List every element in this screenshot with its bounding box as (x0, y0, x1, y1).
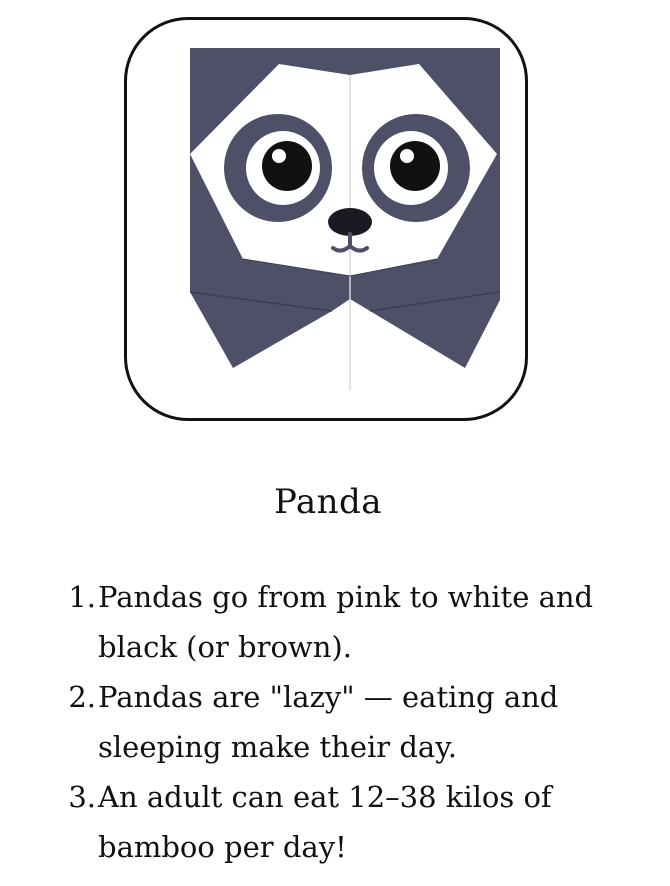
list-item: 1. Pandas go from pink to white and blac… (0, 572, 598, 672)
list-item: 2. Pandas are "lazy" — eating and sleepi… (0, 672, 598, 772)
list-item-number: 1. (68, 580, 96, 614)
page-title: Panda (273, 482, 383, 522)
list-item-text: Pandas go from pink to white and black (… (98, 580, 594, 664)
right-pupil (390, 141, 440, 191)
left-pupil (262, 141, 312, 191)
facts-list: 1. Pandas go from pink to white and blac… (0, 572, 670, 872)
panda-face-icon (189, 48, 501, 391)
list-item-text: Pandas are "lazy" — eating and sleeping … (98, 680, 559, 764)
list-item-number: 2. (68, 680, 96, 714)
list-item: 3. An adult can eat 12–38 kilos of bambo… (0, 772, 598, 872)
panda-illustration-card (124, 17, 528, 421)
panda-nose (328, 208, 372, 236)
list-item-number: 3. (68, 780, 96, 814)
list-item-text: An adult can eat 12–38 kilos of bamboo p… (98, 780, 552, 864)
